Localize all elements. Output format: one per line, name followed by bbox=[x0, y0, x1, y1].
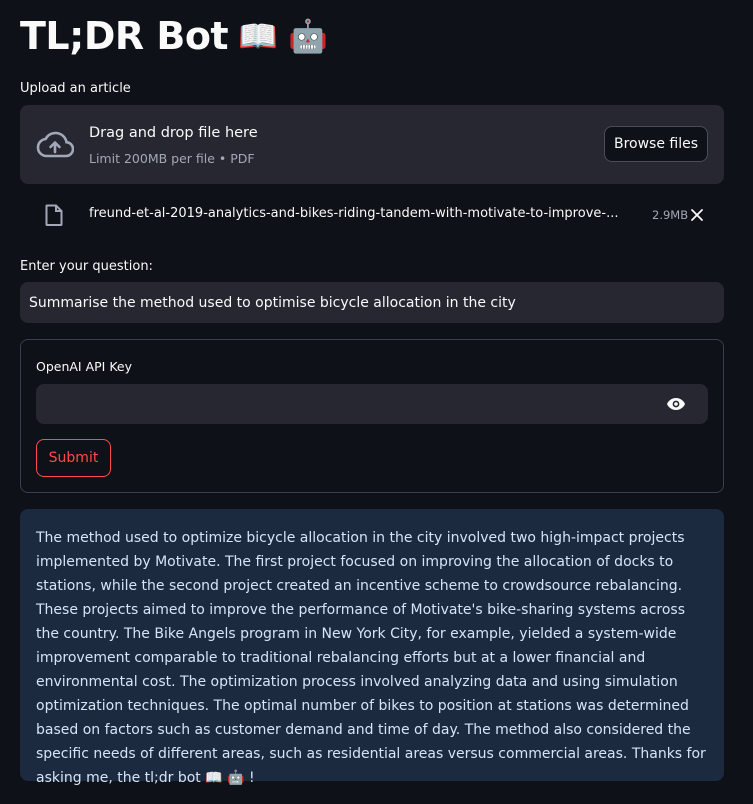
upload-label: Upload an article bbox=[20, 81, 131, 96]
page-title-text: TL;DR Bot bbox=[20, 14, 229, 58]
file-icon bbox=[45, 204, 63, 226]
uploaded-file-row: freund-et-al-2019-analytics-and-bikes-ri… bbox=[20, 197, 724, 233]
answer-box: The method used to optimize bicycle allo… bbox=[20, 509, 724, 786]
app-page: TL;DR Bot 📖 🤖 Upload an article Drag and… bbox=[0, 0, 753, 804]
dropzone-limit: Limit 200MB per file • PDF bbox=[89, 151, 255, 166]
cloud-upload-icon bbox=[36, 131, 74, 158]
page-title: TL;DR Bot 📖 🤖 bbox=[20, 10, 328, 62]
file-dropzone[interactable]: Drag and drop file here Limit 200MB per … bbox=[20, 105, 724, 184]
question-input[interactable]: Summarise the method used to optimise bi… bbox=[20, 282, 724, 323]
browse-files-button[interactable]: Browse files bbox=[604, 126, 708, 162]
submit-button[interactable]: Submit bbox=[36, 439, 111, 477]
uploaded-file-name: freund-et-al-2019-analytics-and-bikes-ri… bbox=[89, 206, 619, 221]
api-key-form: OpenAI API Key Submit bbox=[20, 339, 724, 493]
answer-text: The method used to optimize bicycle allo… bbox=[36, 530, 706, 786]
api-key-input[interactable] bbox=[36, 384, 708, 424]
question-input-value: Summarise the method used to optimise bi… bbox=[29, 294, 516, 311]
api-key-label: OpenAI API Key bbox=[36, 359, 133, 374]
question-label: Enter your question: bbox=[20, 259, 153, 274]
show-password-eye-icon[interactable] bbox=[666, 396, 686, 412]
dropzone-title: Drag and drop file here bbox=[89, 125, 258, 141]
uploaded-file-size: 2.9MB bbox=[652, 208, 689, 222]
title-emoji: 📖 🤖 bbox=[238, 17, 328, 55]
remove-file-close-icon[interactable] bbox=[690, 208, 704, 222]
